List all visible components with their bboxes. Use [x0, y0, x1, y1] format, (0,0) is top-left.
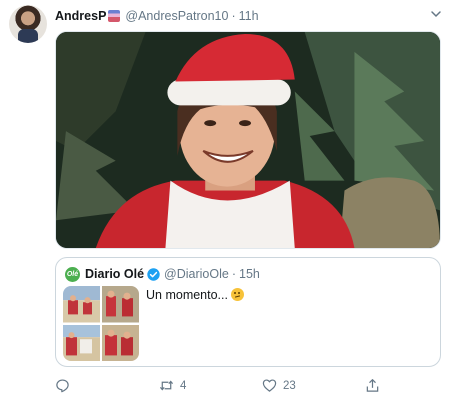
share-icon	[366, 379, 379, 392]
author-handle[interactable]: @AndresPatron10	[125, 9, 228, 23]
quoted-photo-1[interactable]	[63, 286, 100, 323]
quoted-tweet-header: Olé Diario Olé @DiarioOle · 15h	[65, 266, 260, 282]
quoted-tweet-timestamp[interactable]: 15h	[239, 267, 260, 281]
quoted-tweet-text: Un momento...	[146, 288, 244, 302]
quoted-photo-2[interactable]	[102, 286, 139, 323]
tweet[interactable]: AndresP @AndresPatron10 · 11h Olé Diario…	[0, 0, 452, 400]
author-display-name[interactable]: AndresP	[55, 9, 106, 23]
tweet-actions: 4 23	[55, 378, 441, 396]
quoted-tweet-text-content: Un momento...	[146, 288, 228, 302]
thinking-face-icon	[230, 288, 244, 301]
quoted-photo-4[interactable]	[102, 324, 139, 361]
retweet-count: 4	[180, 379, 187, 392]
verified-badge-icon	[147, 267, 160, 281]
retweet-button[interactable]: 4	[159, 378, 186, 393]
reply-icon	[56, 379, 69, 393]
quoted-author-display-name[interactable]: Diario Olé	[85, 267, 144, 281]
quoted-photo-3[interactable]	[63, 324, 100, 361]
tweet-photo[interactable]	[55, 31, 441, 249]
tweet-timestamp[interactable]: 11h	[239, 9, 259, 23]
header-separator: ·	[231, 9, 236, 23]
reply-button[interactable]	[55, 378, 76, 393]
quoted-tweet[interactable]: Olé Diario Olé @DiarioOle · 15h Un momen…	[55, 257, 441, 367]
diario-ole-logo[interactable]: Olé	[65, 266, 80, 282]
flag-emoji-icon	[108, 10, 121, 22]
quoted-photo-grid[interactable]	[63, 286, 139, 361]
share-button[interactable]	[365, 378, 386, 393]
heart-icon	[262, 379, 277, 392]
retweet-icon	[159, 380, 174, 391]
like-button[interactable]: 23	[262, 378, 296, 393]
like-count: 23	[283, 379, 296, 392]
chevron-down-icon[interactable]	[430, 8, 442, 20]
quoted-author-handle[interactable]: @DiarioOle	[164, 267, 229, 281]
quoted-header-separator: ·	[231, 267, 237, 281]
author-avatar[interactable]	[9, 5, 47, 43]
tweet-header: AndresP @AndresPatron10 · 11h	[55, 7, 259, 25]
